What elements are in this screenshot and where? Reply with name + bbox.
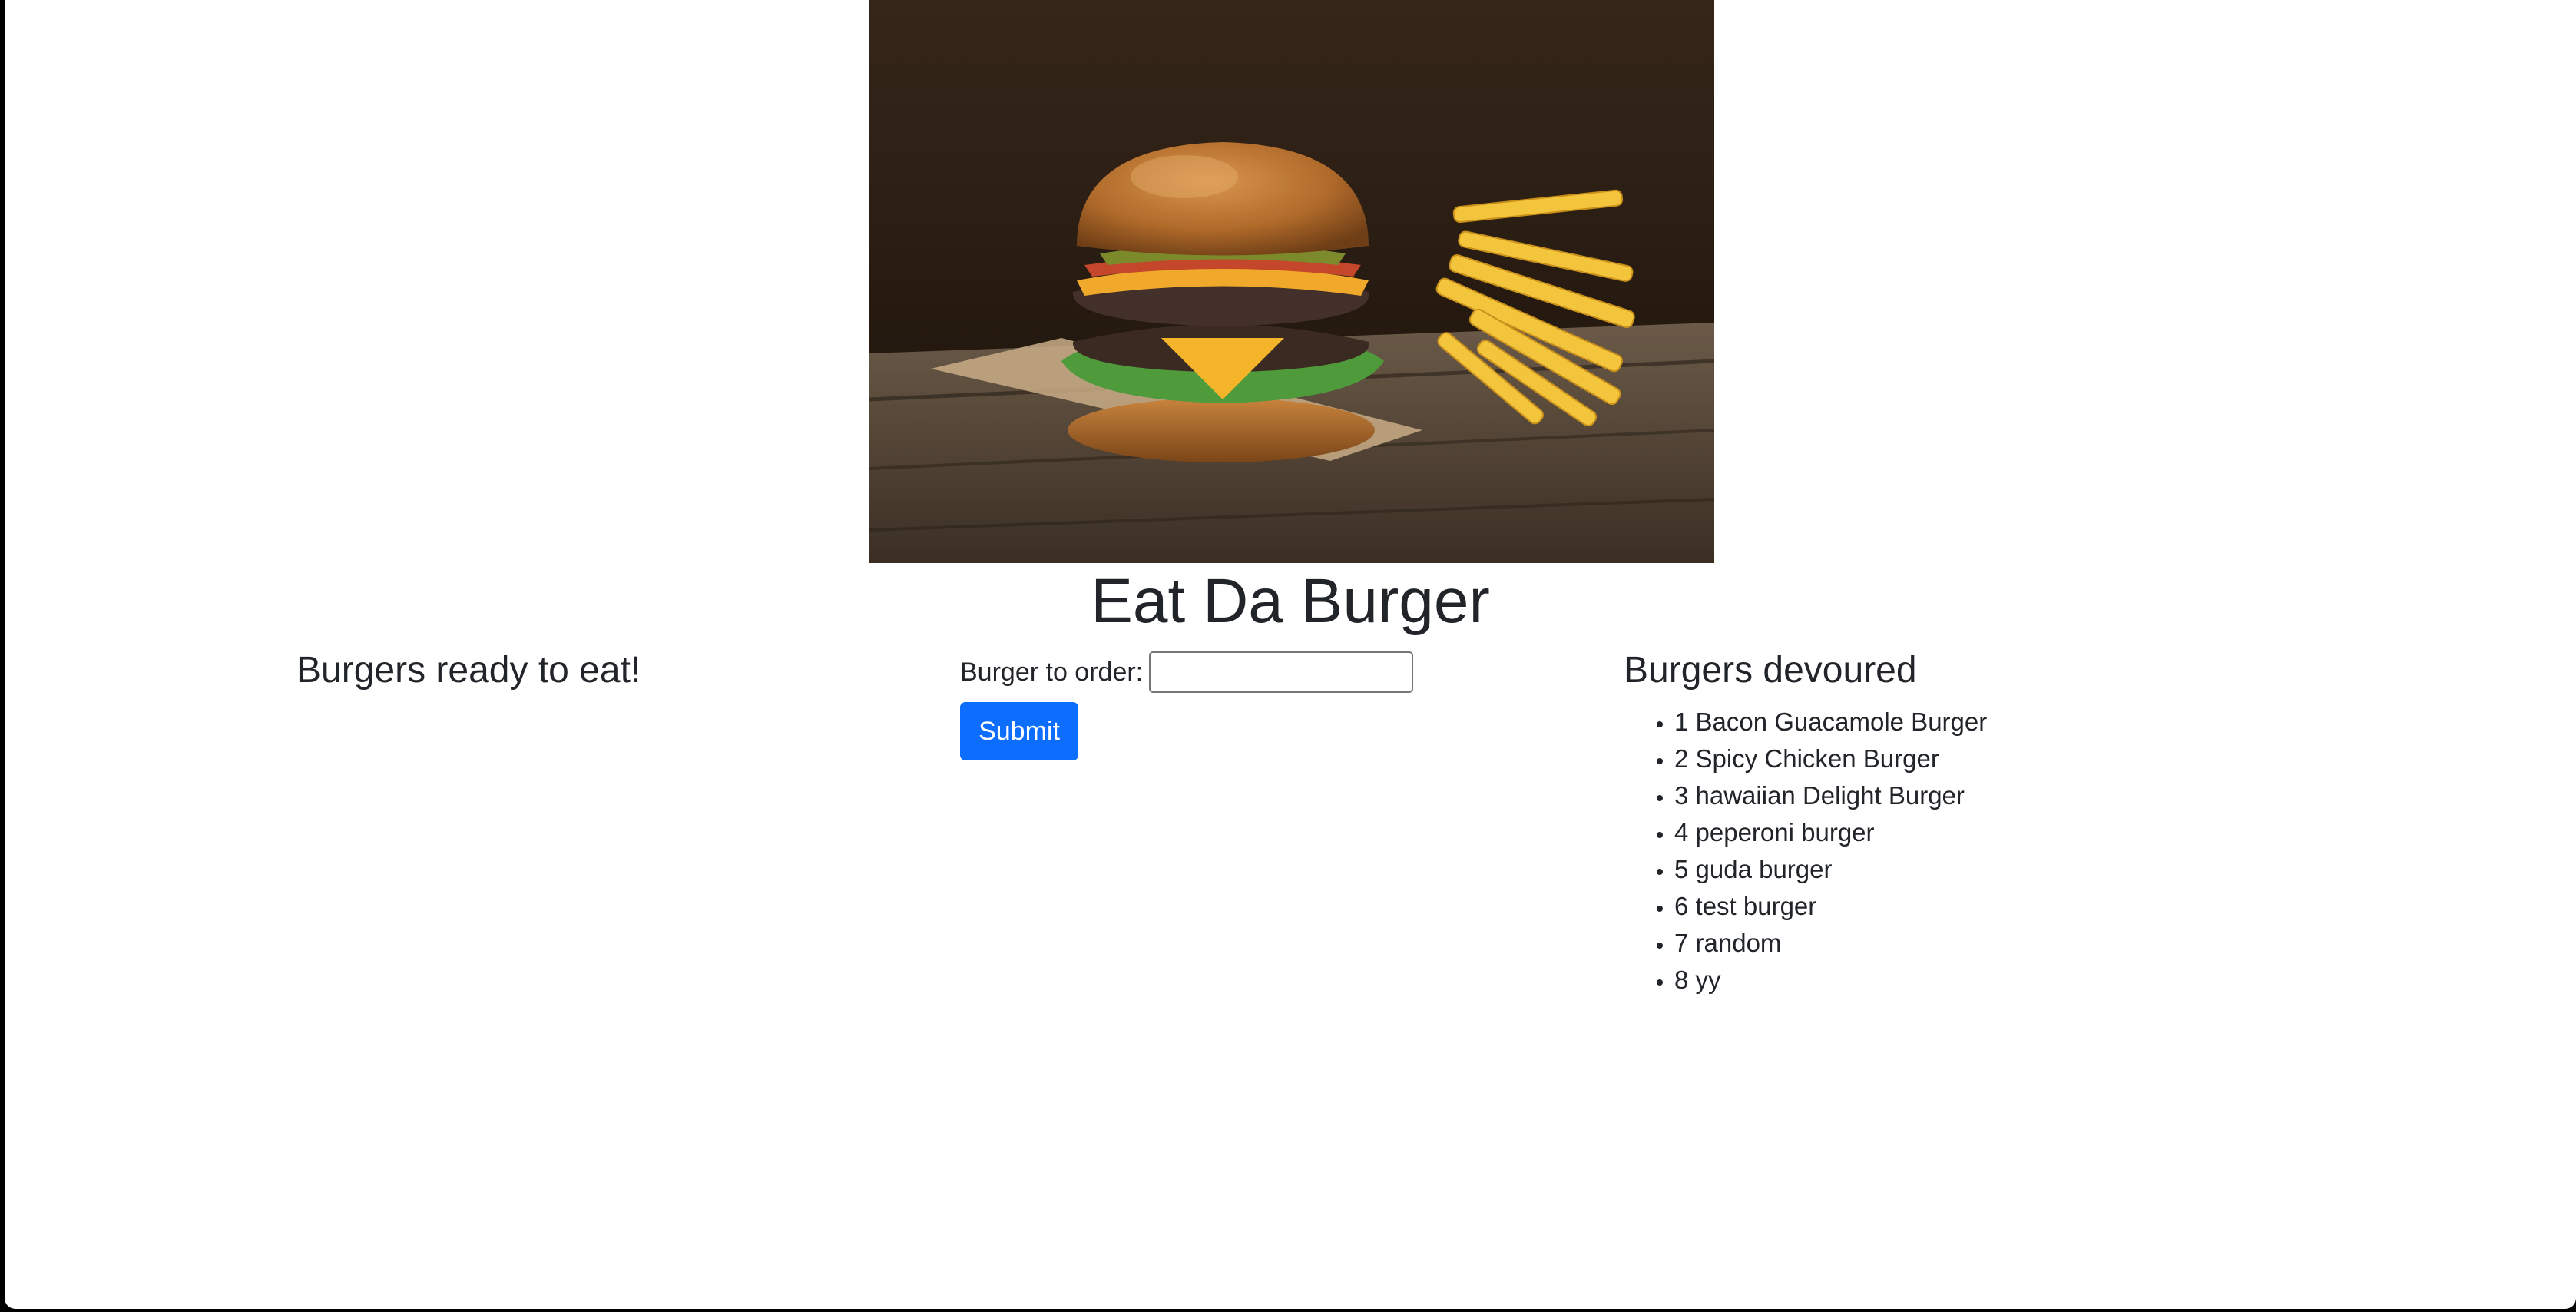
order-form: Burger to order: Submit — [960, 648, 1498, 760]
burger-hero-image — [869, 0, 1714, 563]
list-item: 8 yy — [1674, 962, 1987, 999]
list-item: 7 random — [1674, 925, 1987, 962]
ready-to-eat-heading: Burgers ready to eat! — [296, 650, 641, 691]
devoured-list: 1 Bacon Guacamole Burger 2 Spicy Chicken… — [1624, 704, 1987, 999]
devoured-heading: Burgers devoured — [1624, 650, 1917, 691]
page-title: Eat Da Burger — [1091, 566, 1490, 636]
list-item: 5 guda burger — [1674, 851, 1987, 888]
burger-to-order-label: Burger to order: — [960, 658, 1144, 687]
list-item: 3 hawaiian Delight Burger — [1674, 777, 1987, 814]
submit-button[interactable]: Submit — [960, 702, 1078, 760]
list-item: 1 Bacon Guacamole Burger — [1674, 704, 1987, 740]
page: Eat Da Burger Burgers ready to eat! Burg… — [5, 0, 2576, 1309]
burger-name-input[interactable] — [1149, 651, 1414, 693]
list-item: 2 Spicy Chicken Burger — [1674, 740, 1987, 777]
list-item: 6 test burger — [1674, 888, 1987, 925]
list-item: 4 peperoni burger — [1674, 814, 1987, 851]
order-row: Burger to order: — [960, 648, 1498, 696]
